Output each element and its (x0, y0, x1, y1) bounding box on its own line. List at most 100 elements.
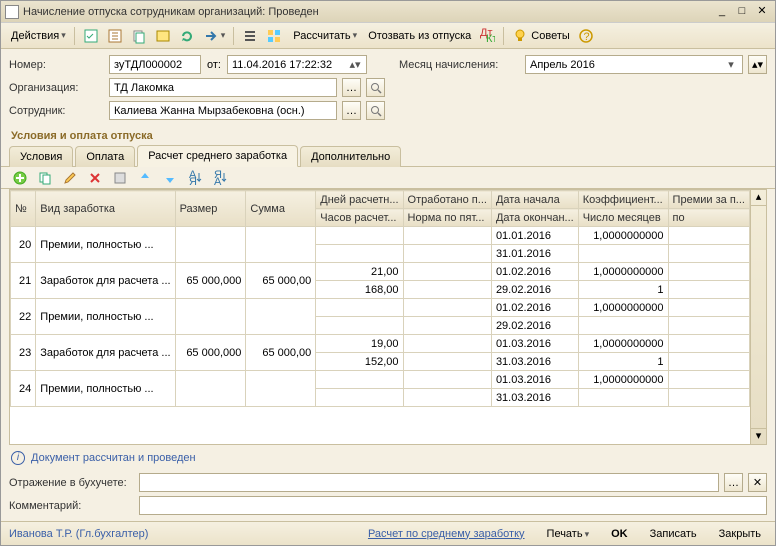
vertical-scrollbar[interactable]: ▴ ▾ (750, 190, 766, 444)
spinner-icon[interactable]: ▴▾ (348, 58, 362, 71)
month-field[interactable]: Апрель 2016▾ (525, 55, 743, 74)
bottom-fields: Отражение в бухучете: … ✕ Комментарий: (1, 471, 775, 521)
org-label: Организация: (9, 82, 103, 94)
window-title: Начисление отпуска сотрудникам организац… (23, 6, 711, 18)
copy-icon[interactable] (128, 26, 150, 46)
table-row[interactable]: 22Премии, полностью ...01.02.20161,00000… (11, 299, 750, 317)
table-row[interactable]: 20Премии, полностью ...01.01.20161,00000… (11, 227, 750, 245)
org-field[interactable]: ТД Лакомка (109, 78, 337, 97)
tab-conditions[interactable]: Условия (9, 146, 73, 167)
table-row[interactable]: 21Заработок для расчета ...65 000,00065 … (11, 263, 750, 281)
calculate-button[interactable]: Рассчитать▾ (287, 26, 360, 46)
month-label: Месяц начисления: (399, 59, 519, 71)
from-label: от: (207, 59, 221, 71)
sort-asc-icon[interactable]: AЯ (184, 168, 206, 188)
main-window: Начисление отпуска сотрудникам организац… (0, 0, 776, 546)
form-header: Номер: от: 11.04.2016 17:22:32▴▾ Месяц н… (1, 49, 775, 126)
ok-button[interactable]: OK (605, 526, 634, 542)
maximize-button[interactable]: □ (733, 4, 751, 20)
move-up-icon[interactable] (134, 168, 156, 188)
user-link[interactable]: Иванова Т.Р. (Гл.бухгалтер) (9, 528, 148, 540)
number-label: Номер: (9, 59, 103, 71)
col-worked[interactable]: Отработано п... (403, 191, 491, 209)
copy-row-icon[interactable] (34, 168, 56, 188)
status-text: Документ рассчитан и проведен (31, 452, 196, 464)
recall-button[interactable]: Отозвать из отпуска (362, 26, 474, 46)
col-days[interactable]: Дней расчетн... (316, 191, 403, 209)
date-field[interactable]: 11.04.2016 17:22:32▴▾ (227, 55, 367, 74)
tabstrip: Условия Оплата Расчет среднего заработка… (1, 144, 775, 167)
col-num[interactable]: № (11, 191, 36, 227)
svg-text:A: A (214, 176, 222, 186)
close-form-button[interactable]: Закрыть (713, 526, 767, 542)
structure-icon[interactable] (263, 26, 285, 46)
dtkt-icon[interactable]: ДтКт (476, 26, 498, 46)
col-sum[interactable]: Сумма (246, 191, 316, 227)
col-dend[interactable]: Дата окончан... (491, 209, 578, 227)
comment-field[interactable] (139, 496, 767, 515)
col-months[interactable]: Число месяцев (578, 209, 668, 227)
advice-button[interactable]: Советы (509, 26, 572, 46)
svg-text:Я: Я (189, 176, 197, 186)
chevron-down-icon[interactable]: ▾ (724, 58, 738, 71)
edit-row-icon[interactable] (59, 168, 81, 188)
col-size[interactable]: Размер (175, 191, 246, 227)
table-row[interactable]: 23Заработок для расчета ...65 000,00065 … (11, 335, 750, 353)
refresh-icon[interactable] (80, 26, 102, 46)
grid-toolbar: AЯ ЯA (1, 167, 775, 189)
col-kind[interactable]: Вид заработка (36, 191, 175, 227)
comment-label: Комментарий: (9, 500, 133, 512)
tab-payment[interactable]: Оплата (75, 146, 135, 167)
main-toolbar: Действия▾ ▾ Рассчитать▾ Отозвать из отпу… (1, 23, 775, 49)
col-bonus[interactable]: Премии за п... (668, 191, 749, 209)
section-title: Условия и оплата отпуска (1, 126, 775, 144)
print-button[interactable]: Печать▾ (541, 526, 596, 542)
actions-menu[interactable]: Действия▾ (5, 26, 69, 46)
col-coef[interactable]: Коэффициент... (578, 191, 668, 209)
svg-text:?: ? (583, 31, 589, 43)
help-icon[interactable]: ? (575, 26, 597, 46)
status-note: i Документ рассчитан и проведен (1, 445, 775, 471)
account-clear-icon[interactable]: ✕ (748, 473, 767, 492)
table-row[interactable]: 24Премии, полностью ...01.03.20161,00000… (11, 371, 750, 389)
add-row-icon[interactable] (9, 168, 31, 188)
account-select-button[interactable]: … (724, 473, 743, 492)
post-icon[interactable] (104, 26, 126, 46)
scroll-up-icon[interactable]: ▴ (751, 190, 766, 206)
scroll-down-icon[interactable]: ▾ (751, 428, 766, 444)
col-po[interactable]: по (668, 209, 749, 227)
document-icon (5, 5, 19, 19)
number-field[interactable] (109, 55, 201, 74)
footer-bar: Иванова Т.Р. (Гл.бухгалтер) Расчет по ср… (1, 521, 775, 545)
refresh2-icon[interactable] (176, 26, 198, 46)
info-icon: i (11, 451, 25, 465)
sort-desc-icon[interactable]: ЯA (209, 168, 231, 188)
move-down-icon[interactable] (159, 168, 181, 188)
end-edit-icon[interactable] (109, 168, 131, 188)
close-button[interactable]: ✕ (753, 4, 771, 20)
save-button[interactable]: Записать (644, 526, 703, 542)
book-icon[interactable] (152, 26, 174, 46)
go-icon[interactable]: ▾ (200, 26, 229, 46)
emp-lookup-icon[interactable] (366, 101, 385, 120)
tab-average[interactable]: Расчет среднего заработка (137, 145, 298, 167)
svg-text:Кт: Кт (486, 33, 495, 44)
minimize-button[interactable]: _ (713, 4, 731, 20)
col-hours[interactable]: Часов расчет... (316, 209, 403, 227)
org-lookup-icon[interactable] (366, 78, 385, 97)
tab-additional[interactable]: Дополнительно (300, 146, 401, 167)
month-spinner[interactable]: ▴▾ (748, 55, 767, 74)
col-norm[interactable]: Норма по пят... (403, 209, 491, 227)
emp-select-button[interactable]: … (342, 101, 361, 120)
account-label: Отражение в бухучете: (9, 477, 133, 489)
org-select-button[interactable]: … (342, 78, 361, 97)
avg-calc-link[interactable]: Расчет по среднему заработку (362, 526, 531, 542)
grid-container: № Вид заработка Размер Сумма Дней расчет… (9, 189, 767, 445)
scroll-track[interactable] (751, 206, 766, 428)
earnings-grid[interactable]: № Вид заработка Размер Сумма Дней расчет… (10, 190, 750, 407)
list-icon[interactable] (239, 26, 261, 46)
emp-field[interactable]: Калиева Жанна Мырзабековна (осн.) (109, 101, 337, 120)
delete-row-icon[interactable] (84, 168, 106, 188)
col-dstart[interactable]: Дата начала (491, 191, 578, 209)
account-field[interactable] (139, 473, 719, 492)
